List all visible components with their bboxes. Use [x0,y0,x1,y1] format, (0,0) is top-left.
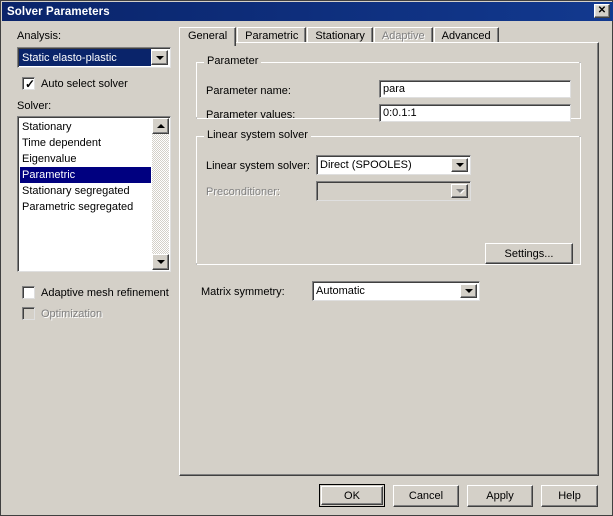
optimization-label: Optimization [41,307,103,320]
linear-system-solver-combo-value: Direct (SPOOLES) [320,159,412,171]
preconditioner-label: Preconditioner: [206,186,280,198]
analysis-combo[interactable]: Static elasto-plastic [17,47,171,68]
checkbox-box: ✓ [22,77,35,90]
adaptive-mesh-refinement-label: Adaptive mesh refinement [41,286,169,299]
auto-select-solver-label: Auto select solver [41,77,128,90]
linear-system-solver-label: Linear system solver: [206,160,310,172]
parameter-values-input[interactable]: 0:0.1:1 [379,104,571,122]
list-item[interactable]: Time dependent [20,135,151,151]
parameter-name-input[interactable]: para [379,80,571,98]
matrix-symmetry-label: Matrix symmetry: [201,286,285,298]
check-icon: ✓ [25,77,36,91]
parameter-values-label: Parameter values: [206,109,296,121]
settings-button[interactable]: Settings... [485,243,573,264]
tab-label: Parametric [245,30,299,42]
ok-button[interactable]: OK [319,484,385,507]
checkbox-box [22,286,35,299]
list-item[interactable]: Parametric segregated [20,199,151,215]
tab-label: Advanced [441,30,491,42]
close-icon[interactable]: ✕ [594,4,610,18]
analysis-combo-value: Static elasto-plastic [19,49,151,66]
solver-listbox-scrollbar[interactable] [152,118,169,270]
tab-label: General [188,30,228,42]
help-button-label: Help [558,490,581,502]
scroll-up-icon[interactable] [152,118,169,134]
parameter-groupbox-title: Parameter [204,56,262,67]
window-title: Solver Parameters [7,5,110,18]
preconditioner-combo [316,181,471,201]
scrollbar-track[interactable] [152,134,169,254]
general-tab-panel: Parameter Parameter name: para Parameter… [179,42,599,476]
scroll-down-icon[interactable] [152,254,169,270]
solver-listbox[interactable]: Stationary Time dependent Eigenvalue Parame… [17,116,171,272]
apply-button-label: Apply [486,490,514,502]
optimization-checkbox: Optimization [22,307,102,320]
parameter-name-label: Parameter name: [206,85,291,97]
ok-button-label: OK [344,489,360,502]
list-item[interactable]: Stationary segregated [20,183,151,199]
list-item[interactable]: Parametric [20,167,151,183]
help-button[interactable]: Help [541,485,598,507]
solver-label: Solver: [17,100,52,112]
auto-select-solver-checkbox[interactable]: ✓ Auto select solver [22,77,128,90]
apply-button[interactable]: Apply [467,485,533,507]
preconditioner-combo-value [317,182,451,200]
title-bar[interactable]: Solver Parameters ✕ [2,2,613,21]
tab-label: Adaptive [381,30,425,42]
chevron-down-icon[interactable] [460,284,477,298]
checkbox-box [22,307,35,320]
matrix-symmetry-combo-value: Automatic [316,285,365,297]
linear-system-solver-groupbox-title: Linear system solver [204,130,311,141]
tab-label: Stationary [315,30,365,42]
chevron-down-icon[interactable] [151,50,168,65]
cancel-button[interactable]: Cancel [393,485,459,507]
matrix-symmetry-combo[interactable]: Automatic [312,281,480,301]
analysis-label: Analysis: [17,30,62,42]
cancel-button-label: Cancel [408,490,444,502]
chevron-down-icon [451,184,468,198]
settings-button-label: Settings... [504,247,554,260]
list-item[interactable]: Eigenvalue [20,151,151,167]
list-item[interactable]: Stationary [20,119,151,135]
tab-general[interactable]: General [179,27,237,46]
adaptive-mesh-refinement-checkbox[interactable]: Adaptive mesh refinement [22,286,169,299]
solver-parameters-dialog: Solver Parameters ✕ Analysis: Static ela… [0,0,613,516]
chevron-down-icon[interactable] [451,158,468,172]
solver-listbox-items: Stationary Time dependent Eigenvalue Parame… [20,119,151,269]
linear-system-solver-combo[interactable]: Direct (SPOOLES) [316,155,471,175]
